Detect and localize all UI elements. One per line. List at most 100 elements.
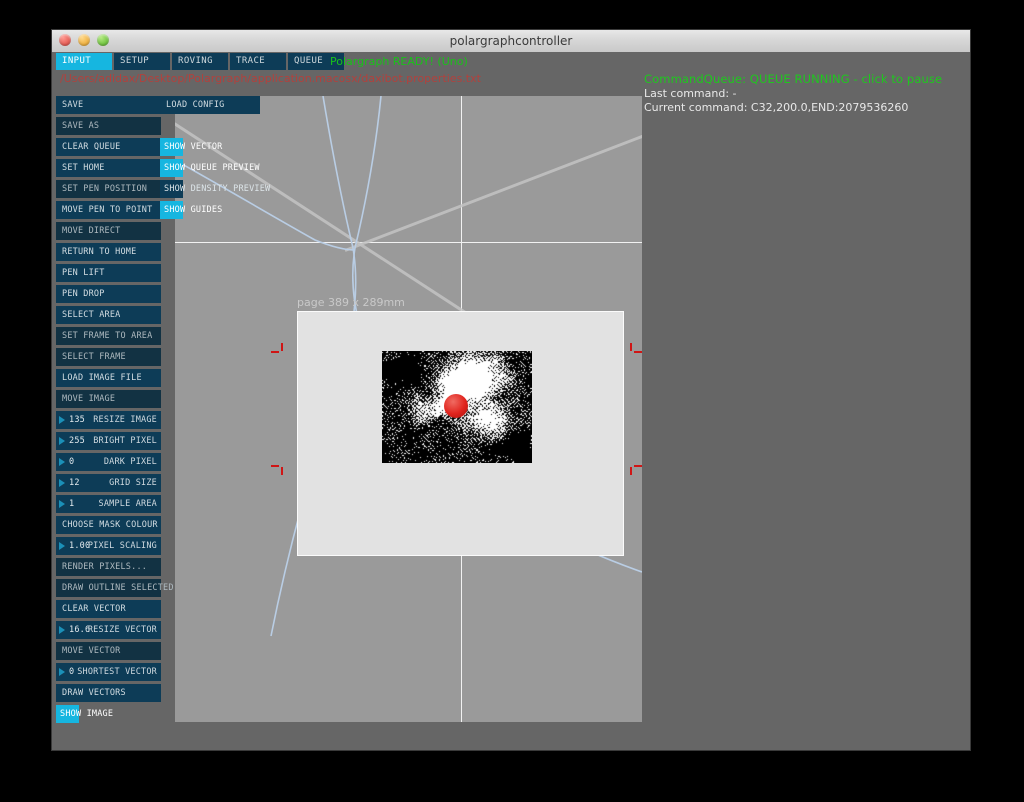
sidebar-button-save[interactable]: SAVE xyxy=(56,96,161,114)
sidebar-button-select-frame[interactable]: SELECT FRAME xyxy=(56,348,161,366)
sidebar-button-grid-size[interactable]: 12 GRID SIZE xyxy=(56,474,161,492)
sidebar-button-move-image[interactable]: MOVE IMAGE xyxy=(56,390,161,408)
sidebar-button-set-home[interactable]: SET HOME xyxy=(56,159,161,177)
sidebar-button-show-guides[interactable]: SHOW GUIDES xyxy=(160,201,260,219)
sidebar-button-resize-image[interactable]: 135 RESIZE IMAGE xyxy=(56,411,161,429)
machine-cord-right xyxy=(344,120,642,252)
slider-handle-icon[interactable] xyxy=(59,479,65,487)
tab-roving[interactable]: ROVING xyxy=(172,53,228,70)
tab-trace[interactable]: TRACE xyxy=(230,53,286,70)
slider-handle-icon[interactable] xyxy=(59,500,65,508)
tab-setup[interactable]: SETUP xyxy=(114,53,170,70)
slider-label: PIXEL SCALING xyxy=(87,541,157,551)
button-label: LOAD CONFIG xyxy=(166,100,225,110)
sidebar-button-set-pen-position[interactable]: SET PEN POSITION xyxy=(56,180,161,198)
slider-handle-icon[interactable] xyxy=(59,416,65,424)
button-label: PEN LIFT xyxy=(62,268,105,278)
toggle-label: SHOW VECTOR xyxy=(164,142,223,152)
sidebar-button-pen-lift[interactable]: PEN LIFT xyxy=(56,264,161,282)
sidebar-button-show-vector[interactable]: SHOW VECTOR xyxy=(160,138,260,156)
slider-value: 0 xyxy=(69,667,75,677)
slider-label: GRID SIZE xyxy=(109,478,157,488)
sidebar-button-return-to-home[interactable]: RETURN TO HOME xyxy=(56,243,161,261)
button-label: LOAD IMAGE FILE xyxy=(62,373,142,383)
sidebar-button-show-density-preview[interactable]: SHOW DENSITY PREVIEW xyxy=(160,180,270,198)
config-filepath: /Users/adidax/Desktop/Polargraph/applica… xyxy=(60,72,481,85)
sidebar-column-primary: SAVE SAVE AS CLEAR QUEUE SET HOME SET PEN PO… xyxy=(56,96,173,726)
sidebar-button-bright-pixel[interactable]: 255 BRIGHT PIXEL xyxy=(56,432,161,450)
application-window: polargraphcontroller page 389 x 289mm IN… xyxy=(52,30,970,750)
button-label: DRAW OUTLINE SELECTED xyxy=(62,583,174,593)
slider-label: SHORTEST VECTOR xyxy=(77,667,157,677)
sidebar-button-clear-queue[interactable]: CLEAR QUEUE xyxy=(56,138,161,156)
sidebar-button-select-area[interactable]: SELECT AREA xyxy=(56,306,161,324)
toggle-label: SHOW QUEUE PREVIEW xyxy=(164,163,260,173)
machine-ready-status: Polargraph READY! (Uno) xyxy=(330,55,468,68)
button-label: SELECT AREA xyxy=(62,310,121,320)
slider-label: BRIGHT PIXEL xyxy=(93,436,157,446)
sidebar-button-move-vector[interactable]: MOVE VECTOR xyxy=(56,642,161,660)
toggle-label: SHOW IMAGE xyxy=(60,709,114,719)
slider-value: 12 xyxy=(69,478,80,488)
sidebar-button-show-image[interactable]: SHOW IMAGE xyxy=(56,705,161,723)
current-command-label: Current command: C32,200.0,END:207953626… xyxy=(644,101,909,114)
sidebar-button-render-pixels[interactable]: RENDER PIXELS... xyxy=(56,558,161,576)
slider-value: 255 xyxy=(69,436,85,446)
sidebar-button-choose-mask-colour[interactable]: CHOOSE MASK COLOUR xyxy=(56,516,161,534)
application-body: page 389 x 289mm INPUT SETUP ROVING TRAC… xyxy=(52,52,970,750)
window-titlebar: polargraphcontroller xyxy=(52,30,970,53)
slider-label: DARK PIXEL xyxy=(103,457,157,467)
button-label: MOVE VECTOR xyxy=(62,646,121,656)
sidebar-button-show-queue-preview[interactable]: SHOW QUEUE PREVIEW xyxy=(160,159,260,177)
button-label: RETURN TO HOME xyxy=(62,247,137,257)
sidebar-button-pixel-scaling[interactable]: 1.00 PIXEL SCALING xyxy=(56,537,161,555)
button-label: CHOOSE MASK COLOUR xyxy=(62,520,158,530)
sidebar-button-pen-drop[interactable]: PEN DROP xyxy=(56,285,161,303)
button-label: SELECT FRAME xyxy=(62,352,126,362)
button-label: SAVE AS xyxy=(62,121,100,131)
button-label: MOVE DIRECT xyxy=(62,226,121,236)
toggle-label: SHOW GUIDES xyxy=(164,205,223,215)
sidebar-button-resize-vector[interactable]: 16.6 RESIZE VECTOR xyxy=(56,621,161,639)
slider-handle-icon[interactable] xyxy=(59,668,65,676)
slider-value: 0 xyxy=(69,457,75,467)
sidebar-button-shortest-vector[interactable]: 0 SHORTEST VECTOR xyxy=(56,663,161,681)
pen-position-marker[interactable] xyxy=(444,394,468,418)
last-command-label: Last command: - xyxy=(644,87,737,100)
sidebar-button-dark-pixel[interactable]: 0 DARK PIXEL xyxy=(56,453,161,471)
sidebar-button-set-frame-to-area[interactable]: SET FRAME TO AREA xyxy=(56,327,161,345)
sidebar-button-move-pen-to-point[interactable]: MOVE PEN TO POINT xyxy=(56,201,161,219)
slider-handle-icon[interactable] xyxy=(59,626,65,634)
sidebar-button-load-config[interactable]: LOAD CONFIG xyxy=(160,96,260,114)
sidebar-button-save-as[interactable]: SAVE AS xyxy=(56,117,161,135)
window-title: polargraphcontroller xyxy=(449,34,573,48)
slider-label: RESIZE IMAGE xyxy=(93,415,157,425)
slider-label: RESIZE VECTOR xyxy=(87,625,157,635)
button-label: SET PEN POSITION xyxy=(62,184,148,194)
slider-label: SAMPLE AREA xyxy=(98,499,157,509)
button-label: MOVE IMAGE xyxy=(62,394,116,404)
sidebar-button-load-image-file[interactable]: LOAD IMAGE FILE xyxy=(56,369,161,387)
page-size-label: page 389 x 289mm xyxy=(297,296,405,309)
toggle-label: SHOW DENSITY PREVIEW xyxy=(164,184,271,194)
tab-input[interactable]: INPUT xyxy=(56,53,112,70)
button-label: SET HOME xyxy=(62,163,105,173)
slider-handle-icon[interactable] xyxy=(59,437,65,445)
slider-handle-icon[interactable] xyxy=(59,542,65,550)
button-label: SET FRAME TO AREA xyxy=(62,331,153,341)
sidebar-button-move-direct[interactable]: MOVE DIRECT xyxy=(56,222,161,240)
sidebar-button-draw-outline-selected[interactable]: DRAW OUTLINE SELECTED xyxy=(56,579,173,597)
tab-bar: INPUT SETUP ROVING TRACE QUEUE xyxy=(56,53,344,70)
slider-value: 1 xyxy=(69,499,75,509)
button-label: RENDER PIXELS... xyxy=(62,562,148,572)
queue-state-toggle[interactable]: CommandQueue: QUEUE RUNNING - click to p… xyxy=(644,72,970,86)
sidebar-button-clear-vector[interactable]: CLEAR VECTOR xyxy=(56,600,161,618)
button-label: CLEAR QUEUE xyxy=(62,142,121,152)
button-label: DRAW VECTORS xyxy=(62,688,126,698)
sidebar-button-sample-area[interactable]: 1 SAMPLE AREA xyxy=(56,495,161,513)
guide-horizontal xyxy=(175,242,642,243)
sidebar-button-draw-vectors[interactable]: DRAW VECTORS xyxy=(56,684,161,702)
button-label: CLEAR VECTOR xyxy=(62,604,126,614)
button-label: SAVE xyxy=(62,100,84,110)
slider-handle-icon[interactable] xyxy=(59,458,65,466)
